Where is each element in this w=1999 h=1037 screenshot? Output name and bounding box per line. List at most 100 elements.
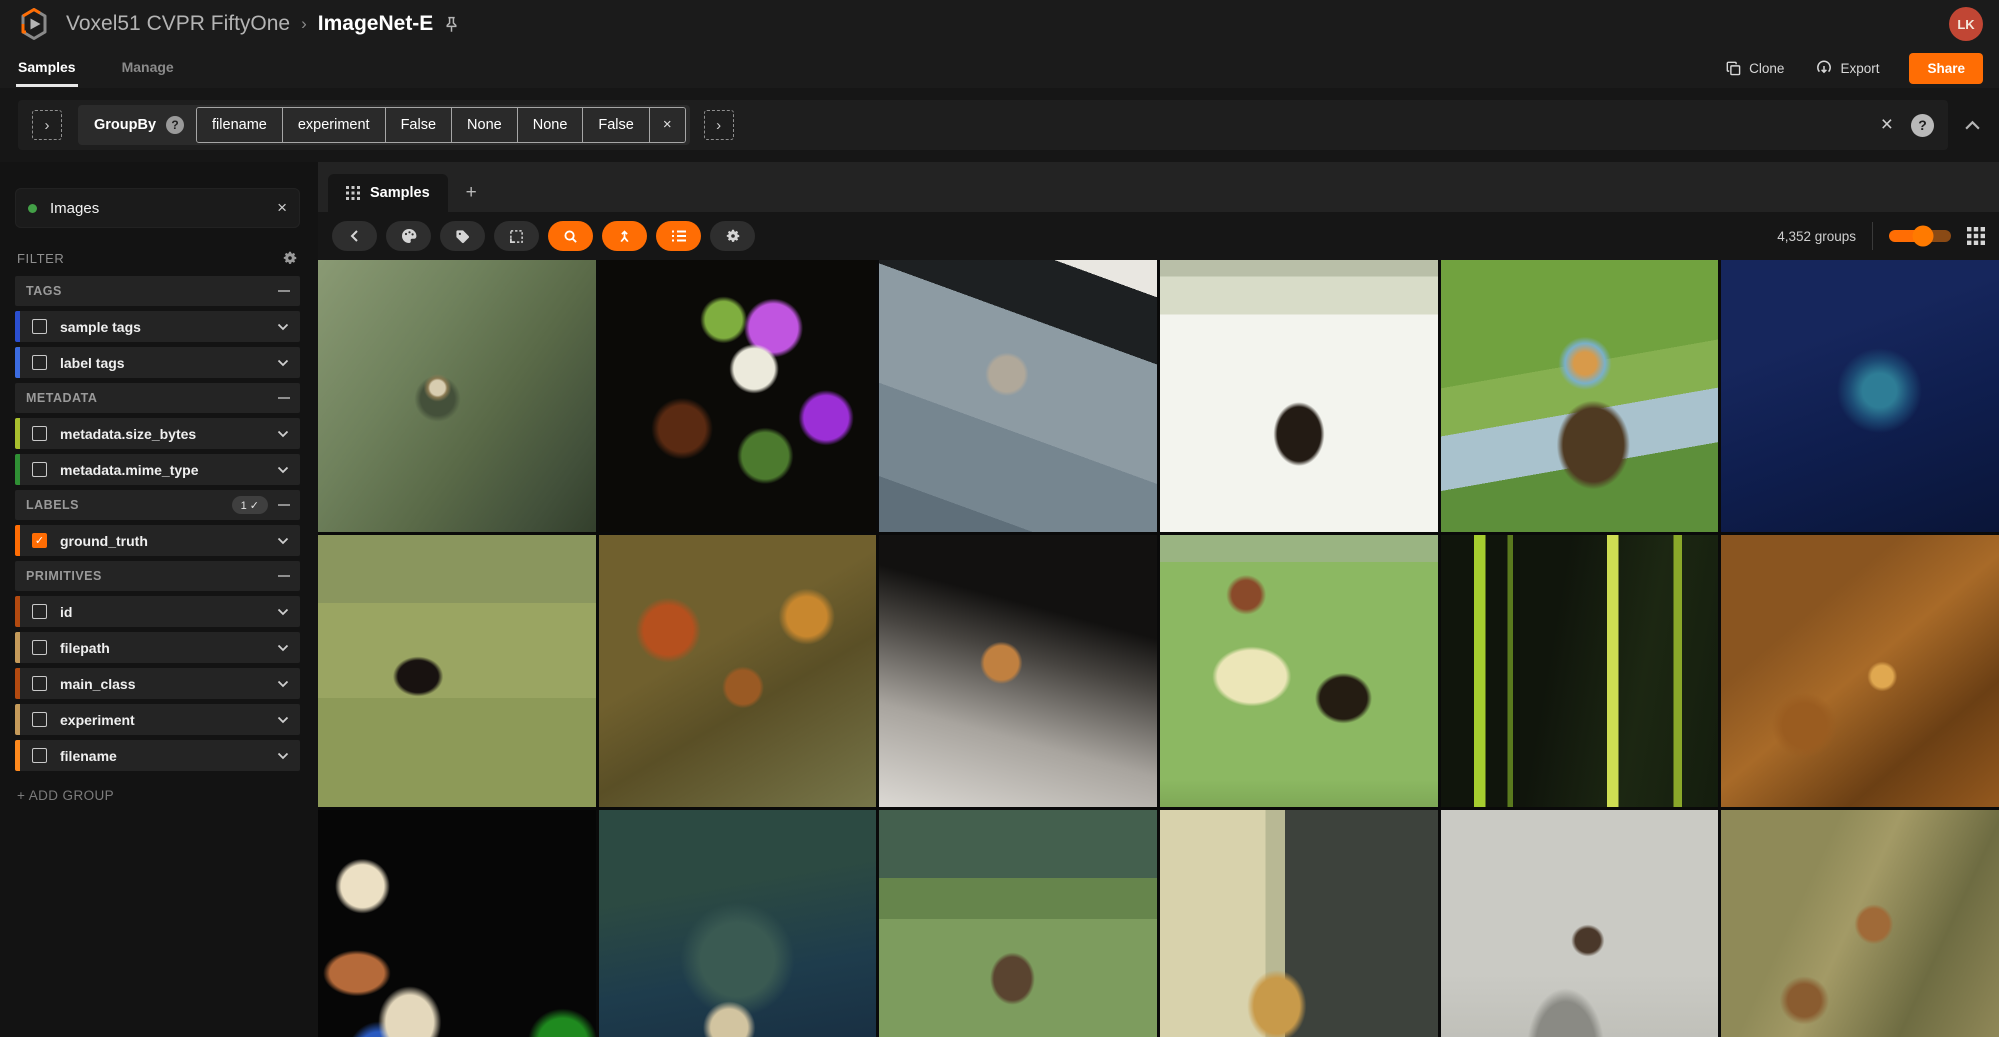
field-checkbox[interactable] [32,426,47,441]
sample-tile-rocky-orange-texture[interactable] [1721,535,1999,807]
field-checkbox[interactable] [32,712,47,727]
user-avatar[interactable]: LK [1949,7,1983,41]
collapse-bar-icon[interactable] [1964,120,1981,131]
field-checkbox[interactable] [32,676,47,691]
sidebar-search-input[interactable]: Images × [15,188,300,228]
add-group-button[interactable]: + ADD GROUP [17,788,300,803]
collapse-section-icon[interactable] [278,290,290,292]
sidebar-field-row[interactable]: experiment [15,704,300,735]
export-button[interactable]: Export [1816,60,1879,76]
pin-icon[interactable] [445,16,458,33]
sidebar-section-header[interactable]: METADATA [15,383,300,413]
clear-stages-icon[interactable]: × [1881,113,1893,137]
search-button[interactable] [548,221,593,251]
tile-size-slider[interactable] [1889,225,1951,247]
chevron-down-icon[interactable] [277,644,289,652]
chevron-down-icon[interactable] [277,466,289,474]
back-button[interactable] [332,221,377,251]
display-options-button[interactable] [656,221,701,251]
sample-tile-woman-with-dog-field[interactable] [1159,535,1438,807]
sidebar-field-row[interactable]: metadata.mime_type [15,454,300,485]
patches-button[interactable] [494,221,539,251]
groupby-chip[interactable]: filename [197,108,282,142]
tag-samples-button[interactable] [440,221,485,251]
sidebar-field-row[interactable]: label tags [15,347,300,378]
sample-tile-capybara-meadow[interactable] [879,810,1157,1037]
stage-bar-help-icon[interactable]: ? [1911,113,1934,137]
sample-tile-golden-retriever-fog[interactable] [879,535,1157,807]
sample-tile-black-grouse-grassland[interactable] [318,535,596,807]
sample-tile-bee-eater-on-log[interactable] [1440,260,1719,532]
chevron-down-icon[interactable] [277,359,289,367]
field-checkbox[interactable] [32,319,47,334]
groupby-chip[interactable]: False [582,108,649,142]
breadcrumb-root[interactable]: Voxel51 CVPR FiftyOne [66,12,290,36]
field-checkbox[interactable] [32,640,47,655]
add-stage-left-button[interactable]: › [32,110,62,140]
sidebar-section-header[interactable]: LABELS 1 ✓ [15,490,300,520]
chevron-down-icon[interactable] [277,680,289,688]
field-checkbox[interactable] [32,604,47,619]
remove-stage-icon[interactable]: × [648,108,685,142]
tab-manage[interactable]: Manage [120,49,176,87]
slider-thumb[interactable] [1912,225,1934,247]
sidebar-settings-gear-icon[interactable] [282,250,298,266]
sample-tile-purple-flowers-butterfly[interactable] [598,260,877,532]
sidebar-field-row[interactable]: id [15,596,300,627]
sidebar-section-header[interactable]: PRIMITIVES [15,561,300,591]
share-button[interactable]: Share [1909,52,1983,84]
groupby-chip[interactable]: None [451,108,517,142]
sample-tile-bamboo-dark-water[interactable] [1440,535,1719,807]
chevron-down-icon[interactable] [277,537,289,545]
sample-tile-monkey-face-patch[interactable] [318,260,596,532]
sidebar-field-row[interactable]: main_class [15,668,300,699]
collapse-section-icon[interactable] [278,504,290,506]
sample-tile-kelpie-grey-field[interactable] [1440,810,1719,1037]
field-color-bar [15,418,20,449]
collapse-section-icon[interactable] [278,397,290,399]
sidebar-section-header[interactable]: TAGS [15,276,300,306]
groupby-chip[interactable]: False [384,108,452,142]
collapse-section-icon[interactable] [278,575,290,577]
panel-tab-samples[interactable]: Samples [328,174,448,212]
field-checkbox[interactable] [32,462,47,477]
sidebar-field-row[interactable]: sample tags [15,311,300,342]
sample-tile-dog-autumn-forest[interactable] [598,535,877,807]
sample-tile-monkey-teal-mist[interactable] [598,810,877,1037]
groupby-label[interactable]: GroupBy [94,117,156,133]
tab-samples[interactable]: Samples [16,49,78,87]
field-checkbox[interactable] [32,355,47,370]
add-panel-button[interactable]: + [466,174,477,212]
sample-tile-jellyfish-underwater[interactable] [1721,260,1999,532]
sidebar-rows: TAGS sample tags label tags METADATA met… [15,276,300,771]
sidebar-field-row[interactable]: ✓ ground_truth [15,525,300,556]
sample-tile-black-dog-in-snow[interactable] [1159,260,1438,532]
chevron-down-icon[interactable] [277,716,289,724]
field-color-bar [15,311,20,342]
groupby-help-icon[interactable]: ? [166,116,185,134]
add-stage-right-button[interactable]: › [703,110,734,140]
sample-tile-nest-and-gravel[interactable] [1159,810,1438,1037]
sample-tile-impalas-savanna[interactable] [1721,810,1999,1037]
chevron-down-icon[interactable] [277,323,289,331]
voxel51-logo-icon[interactable] [16,6,52,42]
clear-search-icon[interactable]: × [277,198,287,218]
chevron-down-icon[interactable] [277,608,289,616]
clone-button[interactable]: Clone [1726,61,1784,76]
grid-view-icon[interactable] [1967,227,1985,245]
sort-similarity-button[interactable] [602,221,647,251]
sample-tile-schnauzer-on-deck[interactable] [879,260,1157,532]
sidebar-field-row[interactable]: filename [15,740,300,771]
field-checkbox[interactable]: ✓ [32,533,47,548]
chevron-down-icon[interactable] [277,430,289,438]
groupby-stage[interactable]: GroupBy ? filename experiment False None Non… [78,105,690,145]
sidebar-field-row[interactable]: filepath [15,632,300,663]
sample-tile-woman-visor-with-dog[interactable] [318,810,596,1037]
chevron-down-icon[interactable] [277,752,289,760]
settings-button[interactable] [710,221,755,251]
sidebar-field-row[interactable]: metadata.size_bytes [15,418,300,449]
groupby-chip[interactable]: experiment [281,108,385,142]
groupby-chip[interactable]: None [516,108,583,142]
color-settings-button[interactable] [386,221,431,251]
field-checkbox[interactable] [32,748,47,763]
